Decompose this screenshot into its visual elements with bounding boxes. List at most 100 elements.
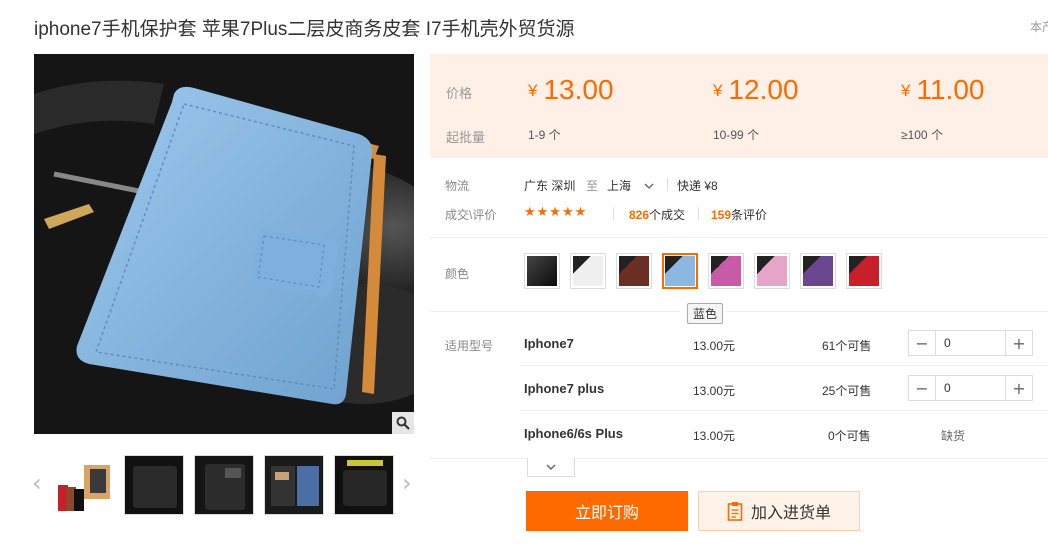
- qty-tier-2: 10-99 个: [713, 128, 760, 142]
- section-divider: [726, 311, 1048, 312]
- logistics-label: 物流: [445, 179, 470, 193]
- qty-tier-3: ≥100 个: [901, 128, 943, 142]
- model-name: Iphone7 plus: [524, 381, 605, 396]
- price-panel: 价格 起批量 ¥13.00 ¥12.00 ¥11.00 1-9 个 10-99 …: [430, 54, 1048, 158]
- model-stock: 61个可售: [822, 339, 872, 353]
- deals-label: 成交\评价: [445, 208, 497, 222]
- divider: [698, 207, 699, 220]
- magnifier-icon: [396, 416, 410, 430]
- model-price: 13.00元: [693, 384, 736, 398]
- thumbnail-next-arrow[interactable]: ›: [402, 469, 412, 497]
- color-swatch-white[interactable]: [570, 253, 606, 289]
- review-count-link[interactable]: 159条评价: [711, 206, 767, 223]
- color-swatch-blue[interactable]: [662, 253, 698, 289]
- swatch-image: [527, 256, 557, 286]
- divider: [667, 178, 668, 191]
- color-swatch-brown[interactable]: [616, 253, 652, 289]
- product-title: iphone7手机保护套 苹果7Plus二层皮商务皮套 I7手机壳外贸货源: [34, 19, 575, 40]
- row-divider: [520, 365, 1048, 366]
- thumbnail-image: [265, 456, 323, 514]
- thumbnail-prev-arrow[interactable]: ‹: [32, 469, 42, 497]
- thumbnail-3[interactable]: [194, 455, 254, 515]
- thumbnail-1[interactable]: [54, 455, 114, 515]
- model-name: Iphone6/6s Plus: [524, 426, 623, 441]
- swatch-image: [619, 256, 649, 286]
- price-tier-3: ¥11.00: [901, 74, 984, 106]
- thumbnail-image: [54, 455, 114, 515]
- section-divider: [430, 237, 1048, 238]
- ship-to-select[interactable]: 上海: [607, 177, 654, 194]
- thumbnail-strip: ‹ ›: [30, 455, 420, 517]
- shipping-method: 快递 ¥8: [677, 179, 718, 193]
- thumbnail-5[interactable]: [334, 455, 394, 515]
- moq-label: 起批量: [446, 130, 486, 145]
- model-name: Iphone7: [524, 336, 574, 351]
- swatch-image: [803, 256, 833, 286]
- phone-case-illustration: [34, 54, 414, 434]
- color-tooltip: 蓝色: [687, 303, 724, 324]
- to-word: 至: [586, 179, 599, 193]
- sold-count: 826: [629, 208, 650, 222]
- swatch-image: [711, 256, 741, 286]
- color-swatch-purple-pink[interactable]: [708, 253, 744, 289]
- thumbnail-4[interactable]: [264, 455, 324, 515]
- currency-symbol: ¥: [901, 81, 911, 100]
- section-divider: [430, 311, 680, 312]
- models-label: 适用型号: [445, 339, 494, 353]
- color-swatch-red[interactable]: [846, 253, 882, 289]
- add-to-purchase-list-label: 加入进货单: [750, 505, 831, 522]
- expand-models-button[interactable]: [527, 458, 575, 477]
- thumbnail-2[interactable]: [124, 455, 184, 515]
- price-value: 12.00: [728, 74, 799, 105]
- rating-stars: ★★★★★: [524, 204, 588, 219]
- review-suffix: 条评价: [731, 208, 768, 222]
- color-swatch-purple[interactable]: [800, 253, 836, 289]
- row-divider: [520, 410, 1048, 411]
- main-product-image[interactable]: [34, 54, 414, 434]
- quantity-stepper: − 0 +: [908, 330, 1033, 356]
- chevron-down-icon: [644, 183, 654, 189]
- price-label: 价格: [446, 86, 473, 101]
- chevron-down-icon: [546, 464, 556, 470]
- model-stock: 25个可售: [822, 384, 872, 398]
- decrement-button[interactable]: −: [909, 376, 936, 400]
- qty-tier-1: 1-9 个: [528, 128, 561, 142]
- model-stock: 0个可售: [828, 429, 871, 443]
- currency-symbol: ¥: [528, 81, 538, 100]
- thumbnail-image: [125, 456, 183, 514]
- sold-suffix: 个成交: [649, 208, 686, 222]
- out-of-stock-label: 缺货: [941, 429, 966, 443]
- price-value: 11.00: [916, 74, 985, 105]
- color-swatch-pink[interactable]: [754, 253, 790, 289]
- price-tier-1: ¥13.00: [528, 74, 614, 106]
- add-to-purchase-list-button[interactable]: 加入进货单: [698, 491, 860, 531]
- swatch-image: [757, 256, 787, 286]
- divider: [613, 207, 614, 220]
- buy-now-button[interactable]: 立即订购: [526, 491, 688, 531]
- price-tier-2: ¥12.00: [713, 74, 799, 106]
- color-label: 颜色: [445, 267, 470, 281]
- ship-to-value: 上海: [607, 179, 632, 193]
- review-count: 159: [711, 208, 732, 222]
- increment-button[interactable]: +: [1005, 376, 1032, 400]
- increment-button[interactable]: +: [1005, 331, 1032, 355]
- model-price: 13.00元: [693, 339, 736, 353]
- model-price: 13.00元: [693, 429, 736, 443]
- quantity-input[interactable]: 0: [936, 376, 951, 400]
- color-swatch-black[interactable]: [524, 253, 560, 289]
- quantity-input[interactable]: 0: [936, 331, 951, 355]
- zoom-button[interactable]: [392, 412, 414, 434]
- truncated-note: 本产: [1030, 20, 1048, 34]
- swatch-image: [849, 256, 879, 286]
- currency-symbol: ¥: [713, 81, 723, 100]
- decrement-button[interactable]: −: [909, 331, 936, 355]
- swatch-image: [573, 256, 603, 286]
- sold-count-link[interactable]: 826个成交: [629, 206, 685, 223]
- quantity-stepper: − 0 +: [908, 375, 1033, 401]
- thumbnail-image: [335, 456, 393, 514]
- section-divider: [430, 458, 1048, 459]
- ship-from: 广东 深圳: [524, 179, 576, 193]
- clipboard-icon: [727, 502, 743, 521]
- price-value: 13.00: [543, 74, 614, 105]
- swatch-image: [665, 256, 695, 286]
